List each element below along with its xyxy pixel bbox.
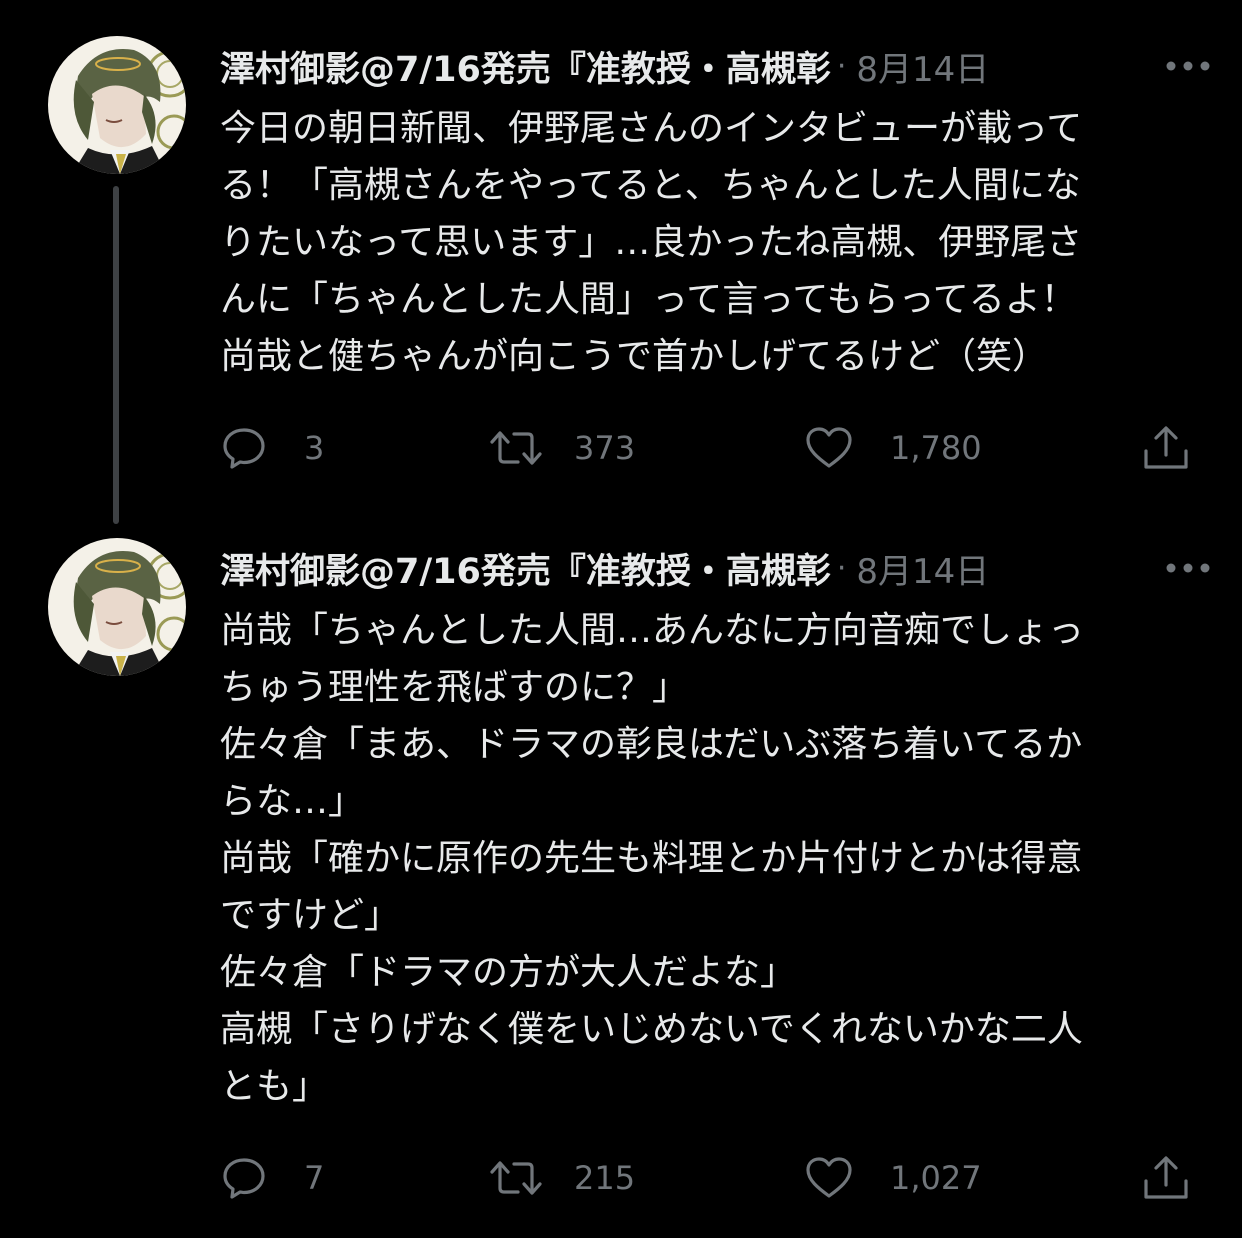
reply-button[interactable]: 3 xyxy=(220,420,324,476)
tweet-actions: 3 373 1,780 xyxy=(220,420,1200,476)
tweet-date[interactable]: 8月14日 xyxy=(856,42,989,91)
reply-button[interactable]: 7 xyxy=(220,1150,324,1206)
like-count: 1,027 xyxy=(890,1159,982,1197)
tweet-text-line: 今日の朝日新聞、伊野尾さんのインタビューが載って xyxy=(220,108,1083,149)
thread-connector-line xyxy=(113,186,119,524)
retweet-count: 215 xyxy=(574,1159,636,1197)
like-count: 1,780 xyxy=(890,429,982,467)
share-button[interactable] xyxy=(1140,1150,1192,1206)
tweet-header: 澤村御影@7/16発売『准教授・高槻彰 · 8月14日 xyxy=(220,36,1220,96)
like-button[interactable]: 1,780 xyxy=(804,420,982,476)
tweet-text: 尚哉「ちゃんとした人間…あんなに方向音痴でしょっ ちゅう理性を飛ばすのに？」 佐… xyxy=(220,602,1210,1115)
tweet-text-line: とも」 xyxy=(220,1066,329,1107)
share-upload-icon xyxy=(1144,426,1188,469)
tweet-text-line: んに「ちゃんとした人間」って言ってもらってるよ！ xyxy=(220,279,1077,320)
avatar[interactable] xyxy=(48,36,186,174)
header-separator: · xyxy=(836,48,847,84)
retweet-button[interactable]: 373 xyxy=(488,420,635,476)
share-button[interactable] xyxy=(1140,420,1192,476)
like-button[interactable]: 1,027 xyxy=(804,1150,982,1206)
tweet-text-line: ちゅう理性を飛ばすのに？」 xyxy=(220,667,689,708)
tweet-header: 澤村御影@7/16発売『准教授・高槻彰 · 8月14日 xyxy=(220,538,1220,598)
retweet-button[interactable]: 215 xyxy=(488,1150,635,1206)
reply-count: 7 xyxy=(304,1159,325,1197)
tweet-actions: 7 215 1,027 xyxy=(220,1150,1200,1206)
display-name[interactable]: 澤村御影@7/16発売『准教授・高槻彰 xyxy=(220,543,831,594)
tweet-date[interactable]: 8月14日 xyxy=(856,544,989,593)
reply-bubble-icon xyxy=(223,1158,265,1199)
tweet-text-line: 高槻「さりげなく僕をいじめないでくれないかな二人 xyxy=(220,1009,1083,1050)
tweet-text: 今日の朝日新聞、伊野尾さんのインタビューが載って る！「高槻さんをやってると、ち… xyxy=(220,100,1210,385)
tweet-text-line: る！「高槻さんをやってると、ちゃんとした人間にな xyxy=(220,165,1081,206)
avatar[interactable] xyxy=(48,538,186,676)
tweet-text-line: 尚哉「確かに原作の先生も料理とか片付けとかは得意 xyxy=(220,838,1083,879)
more-horizontal-icon[interactable] xyxy=(1160,48,1216,84)
tweet-text-line: りたいなって思います」…良かったね高槻、伊野尾さ xyxy=(220,222,1083,263)
share-upload-icon xyxy=(1144,1156,1188,1199)
retweet-count: 373 xyxy=(574,429,636,467)
reply-bubble-icon xyxy=(223,428,265,469)
retweet-arrows-icon xyxy=(490,431,542,465)
tweet-text-line: 佐々倉「ドラマの方が大人だよな」 xyxy=(220,952,797,993)
reply-count: 3 xyxy=(304,429,325,467)
tweet-text-line: 尚哉と健ちゃんが向こうで首かしげてるけど（笑） xyxy=(220,336,1049,377)
display-name[interactable]: 澤村御影@7/16発売『准教授・高槻彰 xyxy=(220,41,831,92)
tweet-text-line: らな…」 xyxy=(220,781,365,822)
retweet-arrows-icon xyxy=(490,1161,542,1195)
tweet-text-line: 佐々倉「まあ、ドラマの彰良はだいぶ落ち着いてるか xyxy=(220,724,1083,765)
header-separator: · xyxy=(836,550,847,586)
tweet-text-line: 尚哉「ちゃんとした人間…あんなに方向音痴でしょっ xyxy=(220,610,1085,651)
more-horizontal-icon[interactable] xyxy=(1160,550,1216,586)
tweet-text-line: ですけど」 xyxy=(220,895,401,936)
heart-icon xyxy=(806,427,852,468)
heart-icon xyxy=(806,1157,852,1198)
